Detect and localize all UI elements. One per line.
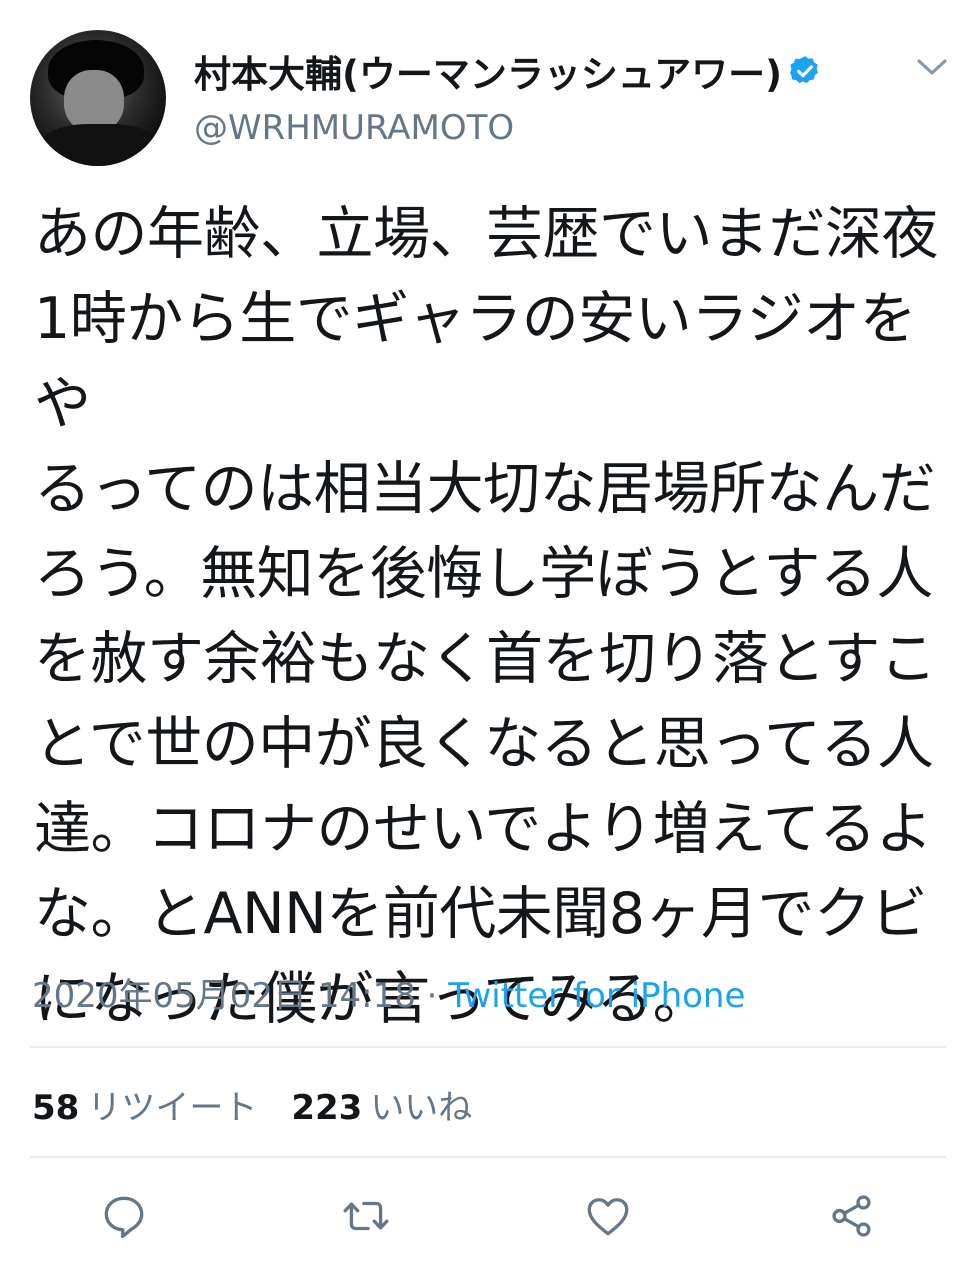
verified-badge-icon — [790, 56, 819, 84]
tweet-stats: 58 リツイート 223 いいね — [32, 1080, 472, 1129]
likes-stat[interactable]: 223 いいね — [291, 1088, 472, 1128]
reply-button[interactable] — [96, 1188, 152, 1244]
tweet-text: あの年齢、立場、芸歴でいまだ深夜 1時から生でギャラの安いラジオをや るってのは… — [34, 201, 939, 1032]
user-name-row[interactable]: 村本大輔(ウーマンラッシュアワー) — [194, 44, 822, 98]
retweets-count: 58 — [32, 1088, 80, 1128]
avatar-shirt — [38, 124, 162, 166]
likes-count: 223 — [291, 1088, 363, 1128]
divider — [30, 1046, 946, 1048]
retweets-stat[interactable]: 58 リツイート — [32, 1088, 257, 1128]
meta-separator: · — [415, 976, 449, 1016]
likes-label: いいね — [370, 1088, 473, 1128]
divider — [30, 1156, 946, 1158]
action-bar — [0, 1188, 976, 1244]
avatar-face — [64, 70, 124, 132]
tweet-source-link[interactable]: Twitter for iPhone — [448, 976, 745, 1016]
avatar[interactable] — [30, 30, 166, 166]
share-button[interactable] — [824, 1188, 880, 1244]
user-handle[interactable]: @WRHMURAMOTO — [194, 108, 514, 148]
tweet-meta: 2020年05月02日 14:18 · Twitter for iPhone — [32, 968, 745, 1017]
chevron-down-icon[interactable] — [914, 54, 950, 80]
retweet-icon — [343, 1201, 389, 1231]
heart-icon — [587, 1198, 629, 1236]
retweet-button[interactable] — [338, 1188, 394, 1244]
tweet-timestamp[interactable]: 2020年05月02日 14:18 — [32, 976, 416, 1016]
display-name[interactable]: 村本大輔(ウーマンラッシュアワー) — [194, 44, 782, 98]
retweets-label: リツイート — [87, 1088, 258, 1128]
share-icon — [832, 1195, 871, 1237]
like-button[interactable] — [580, 1188, 636, 1244]
reply-icon — [104, 1196, 144, 1239]
